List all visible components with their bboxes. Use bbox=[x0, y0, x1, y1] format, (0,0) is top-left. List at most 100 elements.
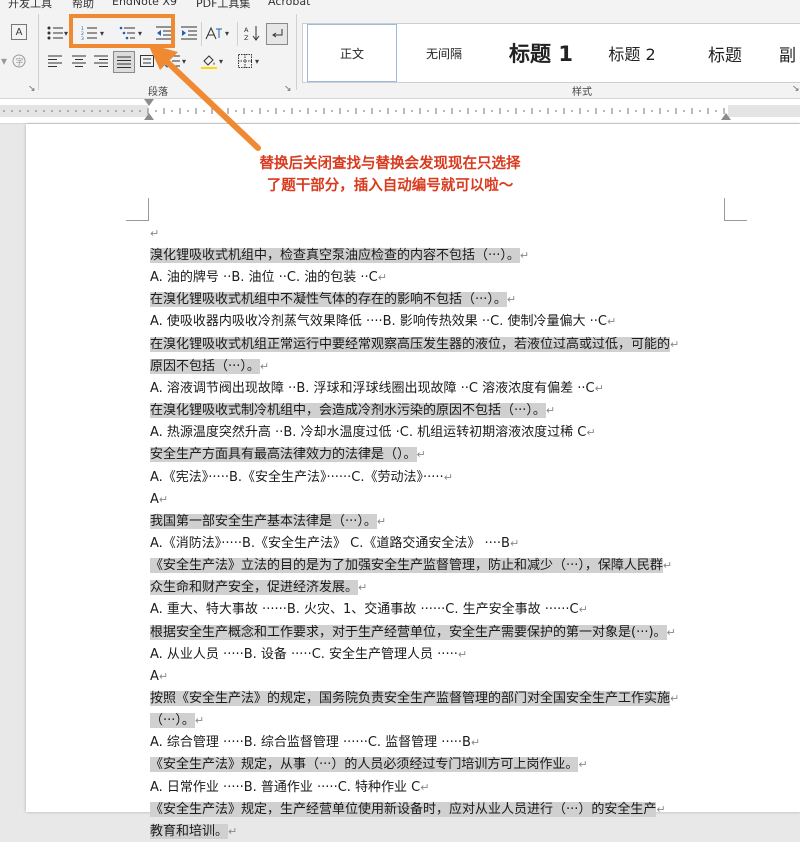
styles-group-label: 样式 bbox=[572, 87, 592, 98]
paragraph-mark: ↵ bbox=[506, 293, 517, 306]
style-title[interactable]: 标题 bbox=[683, 24, 767, 82]
pilcrow-icon[interactable] bbox=[266, 23, 288, 45]
paragraph-mark: ↵ bbox=[578, 603, 588, 616]
paragraph-mark-top: ↵ bbox=[150, 227, 160, 240]
menu-bar: 开发工具 帮助 EndNote X9 PDF工具集 Acrobat bbox=[0, 0, 800, 10]
phonetic-guide-icon[interactable]: 字 bbox=[10, 52, 28, 70]
line-spacing-dropdown-icon[interactable]: ▾ bbox=[180, 52, 188, 70]
question-stem-line[interactable]: 《安全生产法》规定，生产经营单位使用新设备时，应对从业人员进行（···）的安全生… bbox=[150, 800, 666, 820]
question-stem-line[interactable]: 根据安全生产概念和工作要求，对于生产经营单位，安全生产需要保护的第一对象是(··… bbox=[150, 623, 676, 643]
hanging-indent-marker[interactable] bbox=[144, 113, 154, 120]
line-text: 溴化锂吸收式机组中，检查真空泵油应检查的内容不包括（···）。 bbox=[150, 248, 520, 263]
chinese-layout-icon[interactable] bbox=[205, 24, 223, 42]
question-stem-line[interactable]: （···）。↵ bbox=[150, 711, 204, 731]
answer-line[interactable]: A. 重大、特大事故 ······B. 火灾、1、交通事故 ······C. 生… bbox=[150, 600, 588, 620]
question-stem-line[interactable]: 在溴化锂吸收式机组正常运行中要经常观察高压发生器的液位，若液位过高或过低，可能的… bbox=[150, 335, 679, 355]
distributed-icon[interactable] bbox=[138, 52, 156, 70]
align-center-icon[interactable] bbox=[70, 52, 88, 70]
style-subtitle[interactable]: 副 bbox=[779, 24, 800, 82]
question-stem-line[interactable]: 《安全生产法》立法的目的是为了加强安全生产监督管理，防止和减少（···），保障人… bbox=[150, 556, 672, 576]
line-text: 根据安全生产概念和工作要求，对于生产经营单位，安全生产需要保护的第一对象是(··… bbox=[150, 625, 667, 640]
font-color-icon[interactable]: ▾ bbox=[0, 52, 8, 70]
line-text: A. 使吸收器内吸收冷剂蒸气效果降低 ····B. 影响传热效果 ··C. 使制… bbox=[150, 314, 607, 329]
paragraph-mark: ↵ bbox=[457, 648, 468, 661]
increase-indent-icon[interactable] bbox=[180, 24, 198, 42]
answer-line[interactable]: A↵ bbox=[150, 667, 168, 687]
style-heading-2[interactable]: 标题 2 bbox=[593, 24, 671, 82]
line-text: 在溴化锂吸收式机组中不凝性气体的存在的影响不包括（···）。 bbox=[150, 292, 507, 307]
question-stem-line[interactable]: 教育和培训。↵ bbox=[150, 822, 237, 842]
line-text: 在溴化锂吸收式制冷机组中，会造成冷剂水污染的原因不包括（···）。 bbox=[150, 403, 546, 418]
paragraph-mark: ↵ bbox=[228, 825, 238, 838]
menu-help[interactable]: 帮助 bbox=[72, 0, 94, 10]
chinese-layout-dropdown-icon[interactable]: ▾ bbox=[223, 24, 231, 42]
paragraph-mark: ↵ bbox=[586, 426, 596, 439]
first-line-indent-marker[interactable] bbox=[144, 99, 154, 106]
style-no-spacing[interactable]: 无间隔 bbox=[401, 24, 487, 82]
paragraph-mark: ↵ bbox=[470, 736, 481, 749]
line-text: A.《宪法》·····B.《安全生产法》······C.《劳动法》····· bbox=[150, 470, 444, 485]
line-text: 安全生产方面具有最高法律效力的法律是（）。 bbox=[150, 447, 417, 462]
right-indent-marker[interactable] bbox=[721, 113, 731, 120]
shading-icon[interactable] bbox=[200, 52, 218, 70]
question-stem-line[interactable]: 安全生产方面具有最高法律效力的法律是（）。↵ bbox=[150, 445, 426, 465]
style-heading-1[interactable]: 标题 1 bbox=[491, 24, 591, 82]
line-text: 教育和培训。 bbox=[150, 824, 229, 839]
answer-line[interactable]: A. 油的牌号 ··B. 油位 ··C. 油的包装 ··C↵ bbox=[150, 268, 387, 288]
answer-line[interactable]: A. 热源温度突然升高 ··B. 冷却水温度过低 ·C. 机组运转初期溶液浓度过… bbox=[150, 423, 596, 443]
borders-dropdown-icon[interactable]: ▾ bbox=[253, 52, 261, 70]
annotation-line-1: 替换后关闭查找与替换会发现现在只选择 bbox=[259, 156, 521, 172]
paragraph-mark: ↵ bbox=[509, 537, 520, 550]
align-right-icon[interactable] bbox=[92, 52, 110, 70]
menu-developer[interactable]: 开发工具 bbox=[8, 0, 52, 10]
line-text: 原因不包括（···）。 bbox=[150, 359, 260, 374]
paragraph-dialog-launcher-icon[interactable]: ↘ bbox=[284, 84, 292, 94]
question-stem-line[interactable]: 《安全生产法》规定，从事（···）的人员必须经过专门培训方可上岗作业。↵ bbox=[150, 755, 588, 775]
styles-dialog-launcher-icon[interactable]: ↘ bbox=[792, 84, 800, 94]
answer-line[interactable]: A. 综合管理 ·····B. 综合监督管理 ······C. 监督管理 ···… bbox=[150, 733, 480, 753]
question-stem-line[interactable]: 原因不包括（···）。↵ bbox=[150, 357, 269, 377]
menu-endnote[interactable]: EndNote X9 bbox=[112, 0, 177, 8]
svg-text:A: A bbox=[244, 26, 249, 34]
menu-acrobat[interactable]: Acrobat bbox=[268, 0, 310, 8]
paragraph-mark: ↵ bbox=[194, 714, 205, 727]
question-stem-line[interactable]: 溴化锂吸收式机组中，检查真空泵油应检查的内容不包括（···）。↵ bbox=[150, 246, 529, 266]
text-effect-icon[interactable]: A bbox=[11, 24, 27, 40]
justify-icon[interactable] bbox=[113, 51, 135, 73]
paragraph-mark: ↵ bbox=[259, 360, 270, 373]
question-stem-line[interactable]: 在溴化锂吸收式制冷机组中，会造成冷剂水污染的原因不包括（···）。↵ bbox=[150, 401, 555, 421]
question-stem-line[interactable]: 在溴化锂吸收式机组中不凝性气体的存在的影响不包括（···）。↵ bbox=[150, 290, 516, 310]
svg-text:Z: Z bbox=[244, 34, 249, 41]
question-stem-line[interactable]: 按照《安全生产法》的规定，国务院负责安全生产监督管理的部门对全国安全生产工作实施… bbox=[150, 689, 679, 709]
answer-line[interactable]: A↵ bbox=[150, 490, 168, 510]
style-normal[interactable]: 正文 bbox=[307, 24, 397, 82]
paragraph-mark: ↵ bbox=[358, 581, 368, 594]
sort-icon[interactable]: AZ bbox=[243, 24, 261, 42]
paragraph-mark: ↵ bbox=[656, 803, 666, 816]
paragraph-mark: ↵ bbox=[666, 626, 676, 639]
menu-pdf-tools[interactable]: PDF工具集 bbox=[196, 0, 250, 10]
shading-dropdown-icon[interactable]: ▾ bbox=[217, 52, 225, 70]
line-text: A. 油的牌号 ··B. 油位 ··C. 油的包装 ··C bbox=[150, 270, 378, 285]
line-text: A bbox=[150, 669, 159, 684]
align-left-icon[interactable] bbox=[46, 52, 64, 70]
line-spacing-icon[interactable] bbox=[163, 52, 181, 70]
answer-line[interactable]: A.《消防法》·····B.《安全生产法》 C.《道路交通安全法》 ····B↵ bbox=[150, 534, 519, 554]
line-text: 众生命和财产安全，促进经济发展。 bbox=[150, 580, 359, 595]
line-text: 《安全生产法》规定，从事（···）的人员必须经过专门培训方可上岗作业。 bbox=[150, 757, 579, 772]
paragraph-mark: ↵ bbox=[158, 493, 169, 506]
paragraph-group-label: 段落 bbox=[148, 87, 168, 98]
answer-line[interactable]: A. 从业人员 ·····B. 设备 ·····C. 安全生产管理人员 ····… bbox=[150, 645, 467, 665]
font-dialog-launcher-icon[interactable]: ↘ bbox=[28, 84, 36, 94]
question-stem-line[interactable]: 我国第一部安全生产基本法律是（···）。↵ bbox=[150, 512, 386, 532]
answer-line[interactable]: A.《宪法》·····B.《安全生产法》······C.《劳动法》·····↵ bbox=[150, 468, 453, 488]
answer-line[interactable]: A. 使吸收器内吸收冷剂蒸气效果降低 ····B. 影响传热效果 ··C. 使制… bbox=[150, 312, 616, 332]
paragraph-mark: ↵ bbox=[376, 515, 387, 528]
question-stem-line[interactable]: 众生命和财产安全，促进经济发展。↵ bbox=[150, 578, 367, 598]
borders-icon[interactable] bbox=[236, 52, 254, 70]
answer-line[interactable]: A. 日常作业 ·····B. 普通作业 ·····C. 特种作业 C↵ bbox=[150, 778, 429, 798]
annotation-highlight-box bbox=[69, 14, 175, 48]
answer-line[interactable]: A. 溶液调节阀出现故障 ··B. 浮球和浮球线圈出现故障 ··C 溶液浓度有偏… bbox=[150, 379, 604, 399]
ruler-ticks bbox=[0, 105, 800, 117]
line-text: 我国第一部安全生产基本法律是（···）。 bbox=[150, 514, 377, 529]
